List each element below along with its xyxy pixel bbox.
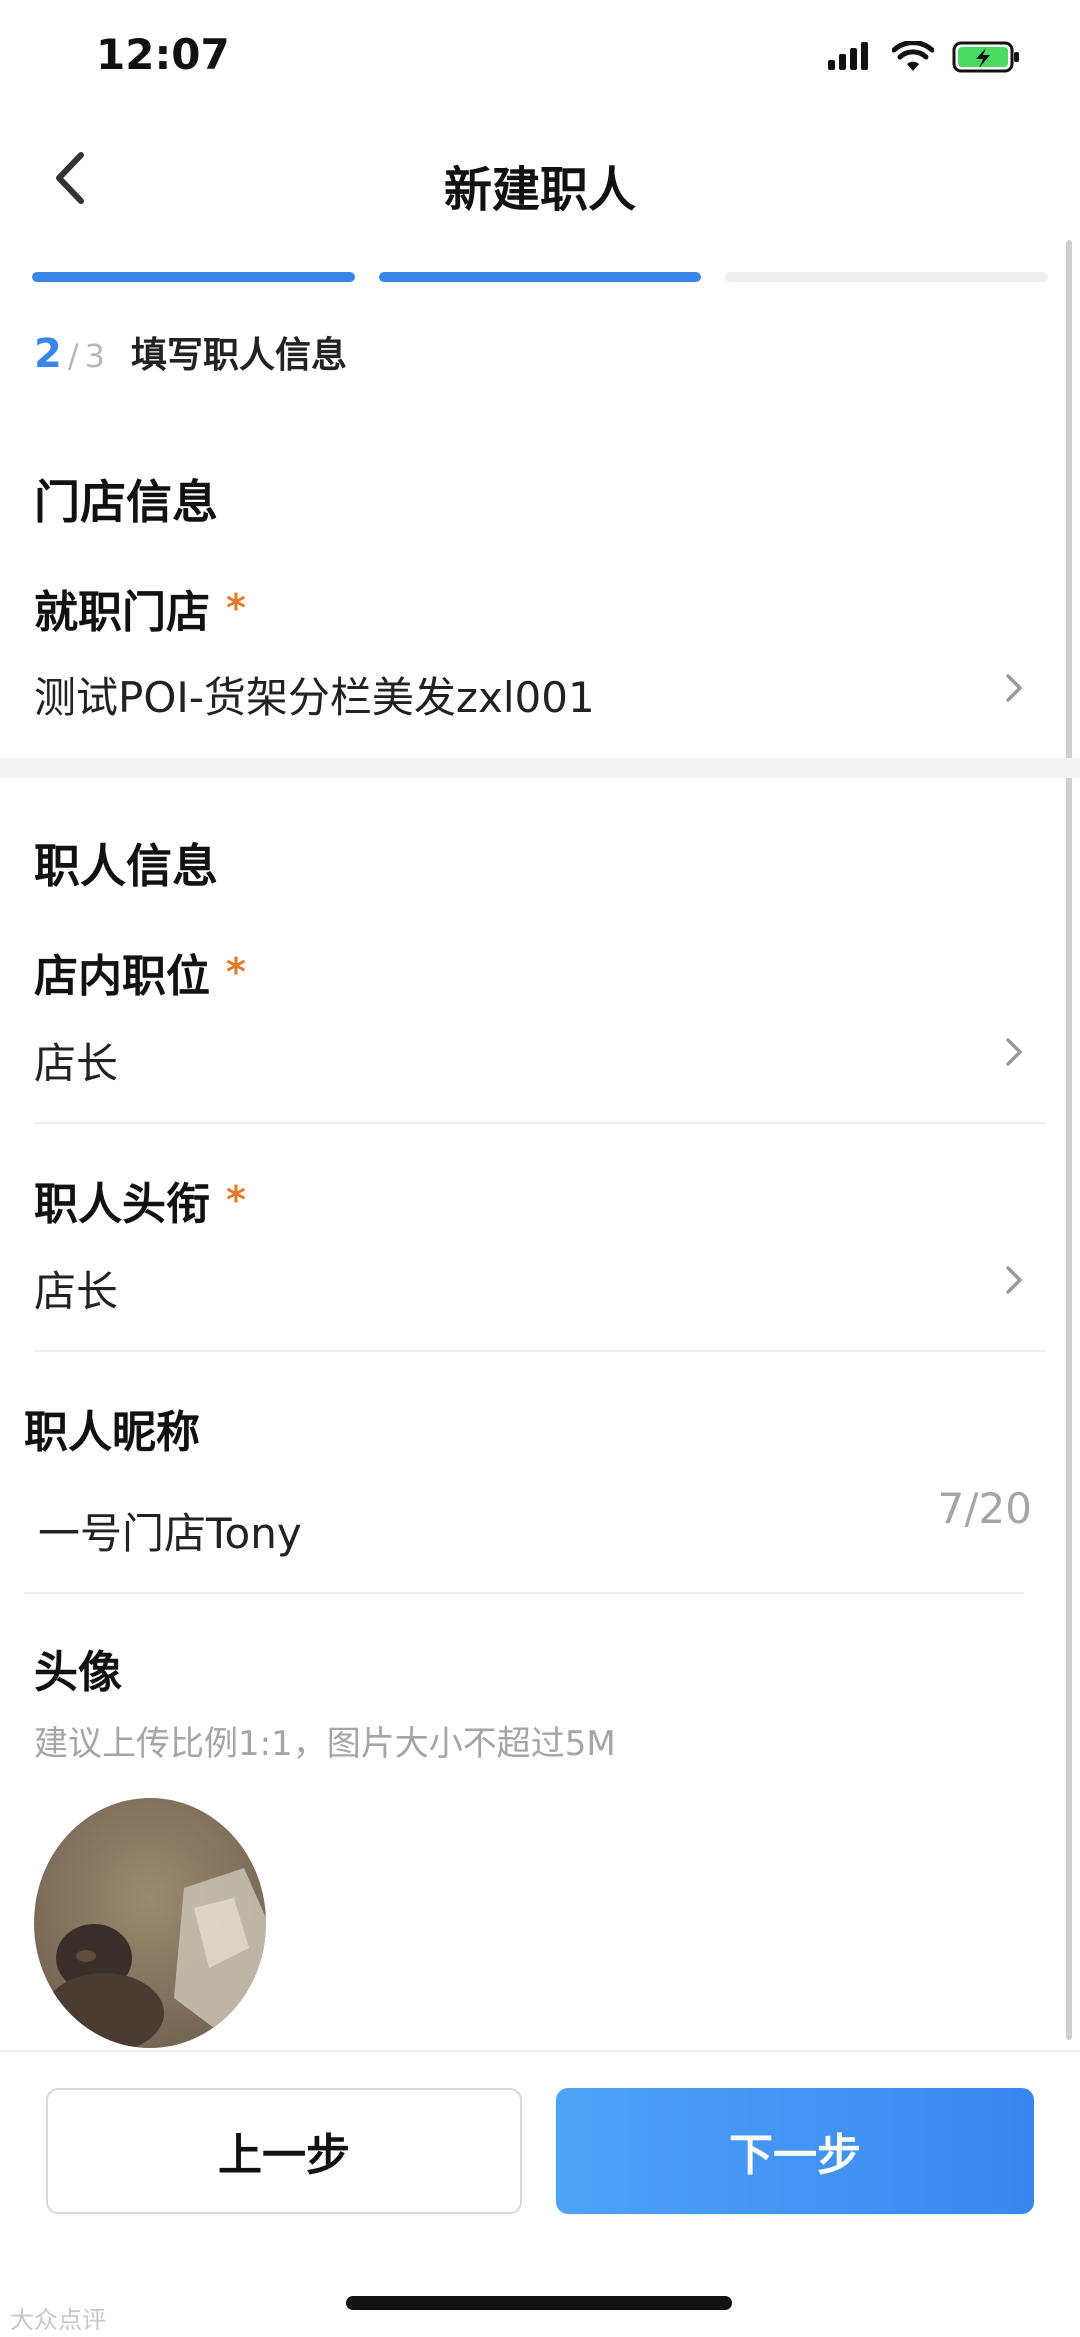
progress-segment-3 — [725, 272, 1049, 282]
avatar-field-label: 头像 — [34, 1636, 122, 1700]
step-separator: / — [67, 337, 79, 375]
position-select[interactable]: 店长 — [34, 1030, 118, 1091]
status-bar: 12:07 — [0, 0, 1080, 110]
store-field-label: 就职门店 * — [34, 576, 246, 640]
divider — [24, 1592, 1024, 1594]
section-gap — [0, 758, 1080, 778]
page-title: 新建职人 — [443, 162, 636, 218]
avatar-photo — [34, 1798, 266, 2048]
progress-segment-2 — [378, 272, 702, 282]
position-label-text: 店内职位 — [34, 951, 210, 1002]
staff-section-title: 职人信息 — [34, 839, 218, 893]
chevron-right-icon[interactable] — [996, 670, 1032, 706]
divider — [34, 1350, 1046, 1352]
title-label-text: 职人头衔 — [34, 1179, 210, 1230]
avatar-label-text: 头像 — [34, 1647, 122, 1698]
progress-segment-1 — [32, 272, 355, 282]
step-indicator: 2 / 3 填写职人信息 — [34, 326, 347, 378]
step-current: 2 — [34, 331, 62, 377]
nickname-char-counter: 7/20 — [937, 1484, 1032, 1533]
step-total: 3 — [84, 337, 105, 375]
avatar-image[interactable] — [34, 1798, 266, 2048]
required-mark: * — [226, 950, 246, 994]
battery-charging-icon — [952, 41, 1019, 73]
chevron-right-icon[interactable] — [996, 1034, 1032, 1070]
nickname-input[interactable]: 一号门店Tony — [38, 1500, 302, 1561]
nickname-label-text: 职人昵称 — [24, 1407, 200, 1458]
home-indicator — [346, 2296, 732, 2310]
step-progress-bar — [32, 272, 1049, 282]
title-select[interactable]: 店长 — [34, 1258, 118, 1319]
prev-step-button[interactable]: 上一步 — [46, 2088, 522, 2214]
nav-bar: 新建职人 — [0, 110, 1080, 246]
store-label-text: 就职门店 — [34, 587, 210, 638]
next-step-button[interactable]: 下一步 — [556, 2088, 1034, 2214]
position-field-label: 店内职位 * — [34, 940, 246, 1004]
required-mark: * — [226, 586, 246, 630]
store-select[interactable]: 测试POI-货架分栏美发zxl001 — [34, 664, 595, 725]
scrollbar[interactable] — [1066, 240, 1072, 2040]
avatar-hint: 建议上传比例1:1，图片大小不超过5M — [34, 1724, 616, 1764]
title-field-label: 职人头衔 * — [34, 1168, 246, 1232]
step-label: 填写职人信息 — [130, 335, 347, 376]
bottom-action-bar: 上一步 下一步 — [0, 2050, 1080, 2337]
nickname-field-label: 职人昵称 — [24, 1396, 200, 1460]
status-time: 12:07 — [96, 30, 230, 79]
store-section-title: 门店信息 — [34, 475, 218, 529]
wifi-icon — [892, 41, 934, 71]
watermark: 大众点评 — [10, 2306, 106, 2334]
status-icons — [828, 40, 1022, 74]
signal-icon — [828, 42, 868, 70]
required-mark: * — [226, 1178, 246, 1222]
divider — [34, 1122, 1046, 1124]
chevron-right-icon[interactable] — [996, 1262, 1032, 1298]
